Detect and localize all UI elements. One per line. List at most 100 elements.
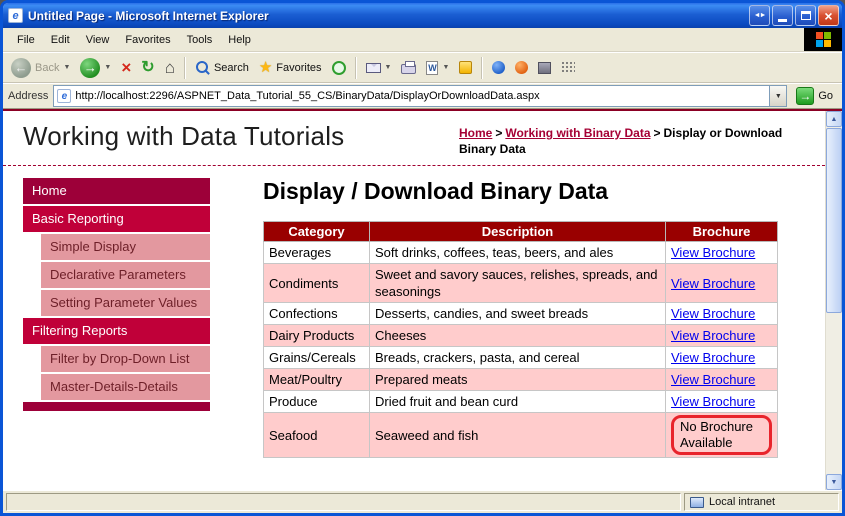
table-header-row: Category Description Brochure [264,222,778,242]
minimize-button[interactable] [772,5,793,26]
table-row: Dairy Products Cheeses View Brochure [264,325,778,347]
search-label: Search [214,62,249,74]
back-icon: ← [11,58,31,78]
mail-dropdown-icon[interactable]: ▼ [385,64,392,71]
favorites-label: Favorites [276,62,321,74]
column-header-description: Description [370,222,666,242]
table-row: Produce Dried fruit and bean curd View B… [264,391,778,413]
breadcrumb-section-link[interactable]: Working with Binary Data [505,126,650,140]
breadcrumb-separator: > [654,126,661,140]
brochure-cell: View Brochure [666,303,778,325]
menu-edit[interactable]: Edit [43,31,78,49]
sidebar-item-simple-display[interactable]: Simple Display [41,234,210,260]
view-brochure-link[interactable]: View Brochure [671,350,755,365]
sidebar-item-filtering-reports[interactable]: Filtering Reports [23,318,210,344]
address-dropdown-button[interactable]: ▼ [769,86,786,106]
brochure-cell: View Brochure [666,325,778,347]
go-button[interactable]: → Go [792,86,837,106]
standard-toolbar: ← Back ▼ → ▼ × ↻ ⌂ Search ★ Favorites [3,52,842,83]
menu-tools[interactable]: Tools [179,31,221,49]
view-brochure-link[interactable]: View Brochure [671,245,755,260]
go-label: Go [818,90,833,102]
addon-button-4[interactable] [557,59,579,76]
home-button[interactable]: ⌂ [161,57,179,78]
maximize-button[interactable] [795,5,816,26]
search-button[interactable]: Search [191,58,253,77]
table-row: Grains/Cereals Breads, crackers, pasta, … [264,347,778,369]
back-dropdown-icon[interactable]: ▼ [63,64,70,71]
view-brochure-link[interactable]: View Brochure [671,328,755,343]
menu-view[interactable]: View [78,31,118,49]
description-cell: Sweet and savory sauces, relishes, sprea… [370,264,666,303]
mail-button[interactable]: ▼ [362,61,396,75]
word-edit-icon: W [426,61,438,75]
view-brochure-link[interactable]: View Brochure [671,372,755,387]
blue-globe-icon [492,61,505,74]
home-icon: ⌂ [165,59,175,76]
menu-favorites[interactable]: Favorites [117,31,178,49]
breadcrumb-home-link[interactable]: Home [459,126,492,140]
stop-button[interactable]: × [117,57,135,78]
description-cell: Desserts, candies, and sweet breads [370,303,666,325]
history-icon [332,61,346,75]
search-icon [195,60,210,75]
brochure-cell: View Brochure [666,391,778,413]
menu-help[interactable]: Help [220,31,259,49]
description-cell: Dried fruit and bean curd [370,391,666,413]
no-brochure-annotation: No Brochure Available [671,415,772,455]
scrollbar-track[interactable] [826,314,842,474]
messenger-button[interactable] [455,59,476,76]
sidebar-item-filter-by-dropdown-list[interactable]: Filter by Drop-Down List [41,346,210,372]
history-button[interactable] [328,59,350,77]
description-cell: Cheeses [370,325,666,347]
breadcrumb-separator: > [495,126,502,140]
addon-button-1[interactable] [488,59,509,76]
scroll-up-button[interactable]: ▲ [826,111,842,127]
title-bar[interactable]: e Untitled Page - Microsoft Internet Exp… [3,3,842,28]
sidebar-item-partial[interactable] [23,402,210,411]
sidebar-item-basic-reporting[interactable]: Basic Reporting [23,206,210,232]
menu-file[interactable]: File [9,31,43,49]
view-brochure-link[interactable]: View Brochure [671,276,755,291]
window-title: Untitled Page - Microsoft Internet Explo… [28,9,744,23]
scrollbar-thumb[interactable] [826,128,842,313]
column-header-brochure: Brochure [666,222,778,242]
close-button[interactable]: × [818,5,839,26]
addon-button-3[interactable] [534,60,555,76]
address-input[interactable]: e http://localhost:2296/ASPNET_Data_Tuto… [53,85,787,107]
favorites-star-icon: ★ [259,60,272,75]
status-bar: Local intranet [3,490,842,513]
scroll-down-button[interactable]: ▼ [826,474,842,490]
sidebar-item-master-details-details[interactable]: Master-Details-Details [41,374,210,400]
edit-button[interactable]: W ▼ [422,59,453,77]
view-brochure-link[interactable]: View Brochure [671,394,755,409]
table-row: Confections Desserts, candies, and sweet… [264,303,778,325]
description-cell: Breads, crackers, pasta, and cereal [370,347,666,369]
sidebar-item-declarative-parameters[interactable]: Declarative Parameters [41,262,210,288]
zone-label: Local intranet [709,496,775,508]
forward-button[interactable]: → ▼ [76,56,115,80]
back-button[interactable]: ← Back ▼ [7,56,74,80]
edit-dropdown-icon[interactable]: ▼ [442,64,449,71]
category-cell: Grains/Cereals [264,347,370,369]
category-cell: Beverages [264,242,370,264]
print-button[interactable] [397,59,420,76]
category-cell: Dairy Products [264,325,370,347]
table-row: Beverages Soft drinks, coffees, teas, be… [264,242,778,264]
stop-icon: × [121,59,131,76]
nav-toggle-button[interactable]: ◄► [749,5,770,26]
table-row: Condiments Sweet and savory sauces, reli… [264,264,778,303]
view-brochure-link[interactable]: View Brochure [671,306,755,321]
address-url[interactable]: http://localhost:2296/ASPNET_Data_Tutori… [71,90,769,102]
forward-dropdown-icon[interactable]: ▼ [104,64,111,71]
sidebar-item-setting-parameter-values[interactable]: Setting Parameter Values [41,290,210,316]
mail-icon [366,63,381,73]
addon-button-2[interactable] [511,59,532,76]
sidebar-item-home[interactable]: Home [23,178,210,204]
category-cell: Seafood [264,413,370,458]
category-cell: Meat/Poultry [264,369,370,391]
vertical-scrollbar[interactable]: ▲ ▼ [825,111,842,490]
refresh-button[interactable]: ↻ [137,58,158,78]
favorites-button[interactable]: ★ Favorites [255,58,326,77]
ie-page-icon: e [8,8,23,23]
